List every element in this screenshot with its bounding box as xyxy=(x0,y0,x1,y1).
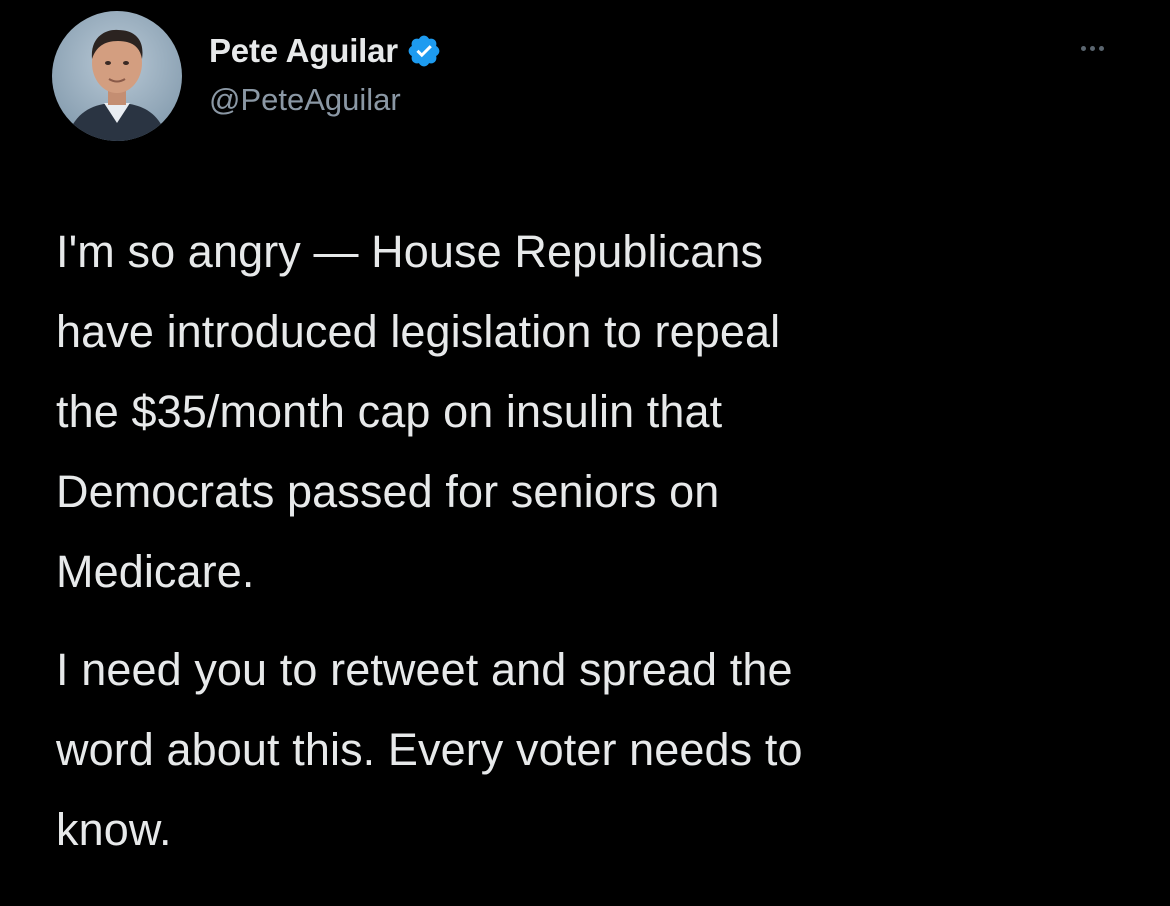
tweet-paragraph-2: I need you to retweet and spread the wor… xyxy=(56,630,1116,870)
author-name[interactable]: Pete Aguilar xyxy=(209,32,398,70)
author-name-row: Pete Aguilar xyxy=(209,30,442,72)
tweet-paragraph-1: I'm so angry — House Republicans have in… xyxy=(56,212,1116,612)
more-dot xyxy=(1089,45,1095,51)
tweet-text: I'm so angry — House Republicans have in… xyxy=(56,212,1116,870)
tweet-line: word about this. Every voter needs to xyxy=(56,724,803,775)
author-avatar[interactable] xyxy=(52,11,182,141)
tweet-line: I need you to retweet and spread the xyxy=(56,644,793,695)
more-options-icon[interactable] xyxy=(1068,36,1116,60)
tweet-line: Democrats passed for seniors on xyxy=(56,466,720,517)
more-dot xyxy=(1098,45,1104,51)
tweet-line: have introduced legislation to repeal xyxy=(56,306,781,357)
author-handle[interactable]: @PeteAguilar xyxy=(209,82,401,118)
tweet-line: Medicare. xyxy=(56,546,255,597)
more-dot xyxy=(1080,45,1086,51)
tweet-line: the $35/month cap on insulin that xyxy=(56,386,723,437)
verified-badge-icon xyxy=(406,33,442,69)
tweet-card: Pete Aguilar @PeteAguilar I'm so angry —… xyxy=(0,0,1170,906)
avatar-image xyxy=(52,11,182,141)
tweet-line: I'm so angry — House Republicans xyxy=(56,226,764,277)
tweet-line: know. xyxy=(56,804,172,855)
